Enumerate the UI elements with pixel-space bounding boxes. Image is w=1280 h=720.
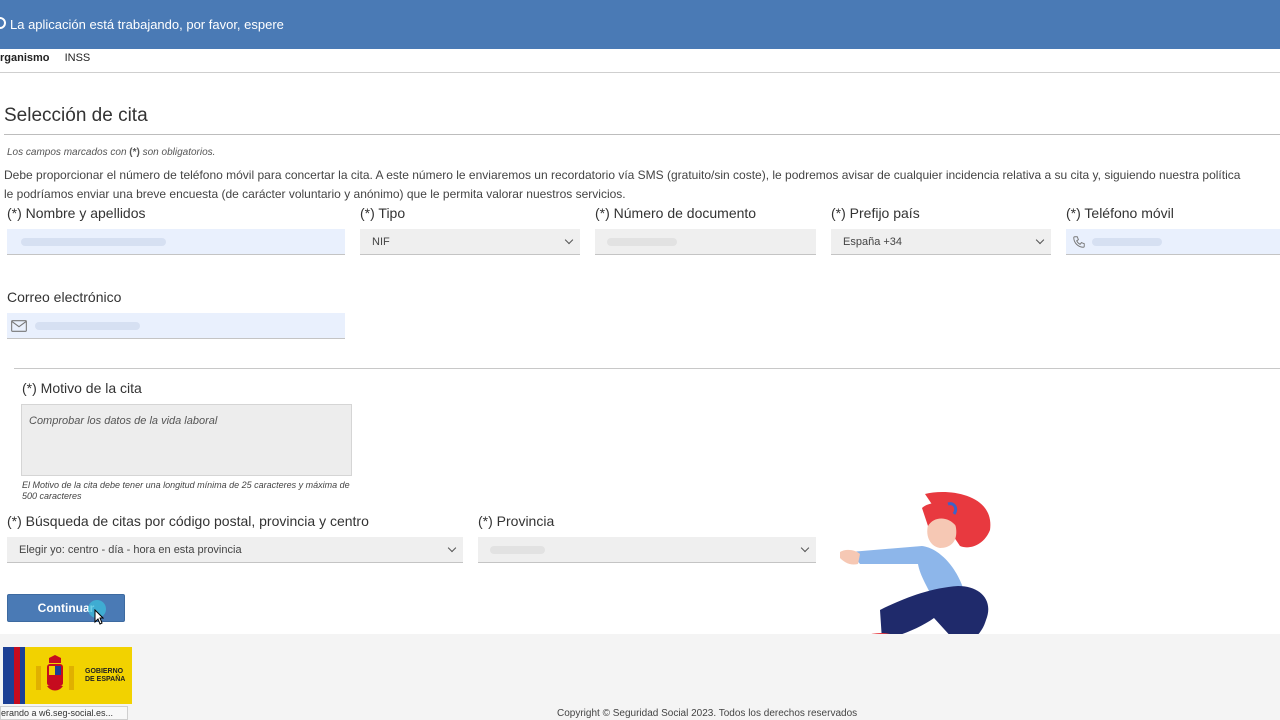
province-label: (*) Provincia bbox=[478, 513, 555, 529]
organismo-line: rganismo INSS bbox=[0, 52, 90, 64]
email-label: Correo electrónico bbox=[7, 289, 122, 305]
browser-status-bar: erando a w6.seg-social.es... bbox=[0, 706, 128, 720]
type-select[interactable]: NIF bbox=[360, 229, 580, 255]
reason-textarea[interactable]: Comprobar los datos de la vida laboral bbox=[21, 404, 352, 476]
loading-banner: La aplicación está trabajando, por favor… bbox=[0, 0, 1280, 49]
organismo-label: rganismo bbox=[0, 52, 50, 64]
required-note: Los campos marcados con (*) son obligato… bbox=[7, 147, 216, 158]
continue-button[interactable]: Continuar bbox=[7, 594, 125, 622]
redacted-value bbox=[1092, 238, 1162, 246]
document-number-input[interactable] bbox=[595, 229, 816, 255]
chevron-down-icon bbox=[447, 543, 457, 553]
chevron-down-icon bbox=[1035, 235, 1045, 245]
name-input[interactable] bbox=[7, 229, 345, 255]
envelope-icon bbox=[11, 319, 27, 332]
redacted-value bbox=[490, 546, 545, 554]
loading-spinner-icon bbox=[0, 17, 6, 29]
redacted-value bbox=[607, 238, 677, 246]
mouse-cursor-icon bbox=[94, 609, 104, 625]
divider bbox=[14, 368, 1280, 369]
name-label: (*) Nombre y apellidos bbox=[7, 205, 146, 221]
divider bbox=[4, 134, 1280, 135]
mobile-phone-label: (*) Teléfono móvil bbox=[1066, 205, 1174, 221]
email-input[interactable] bbox=[7, 313, 345, 339]
coat-of-arms-icon bbox=[36, 655, 74, 691]
redacted-value bbox=[21, 238, 166, 246]
copyright: Copyright © Seguridad Social 2023. Todos… bbox=[557, 708, 858, 719]
reason-label: (*) Motivo de la cita bbox=[22, 380, 142, 396]
country-prefix-label: (*) Prefijo país bbox=[831, 205, 920, 221]
province-select[interactable] bbox=[478, 537, 816, 563]
divider bbox=[0, 72, 1280, 73]
search-mode-select[interactable]: Elegir yo: centro - día - hora en esta p… bbox=[7, 537, 463, 563]
phone-icon bbox=[1073, 235, 1085, 248]
document-number-label: (*) Número de documento bbox=[595, 205, 757, 221]
redacted-value bbox=[35, 322, 140, 330]
chevron-down-icon bbox=[564, 235, 574, 245]
country-prefix-select[interactable]: España +34 bbox=[831, 229, 1051, 255]
mobile-phone-input[interactable] bbox=[1066, 229, 1280, 255]
type-label: (*) Tipo bbox=[360, 205, 406, 221]
page-title: Selección de cita bbox=[4, 105, 148, 126]
loading-message: La aplicación está trabajando, por favor… bbox=[10, 17, 284, 32]
description: Debe proporcionar el número de teléfono … bbox=[4, 168, 1241, 201]
organismo-value: INSS bbox=[64, 52, 91, 64]
chevron-down-icon bbox=[800, 543, 810, 553]
gobierno-espana-logo: GOBIERNO DE ESPAÑA bbox=[3, 647, 132, 704]
reason-hint: El Motivo de la cita debe tener una long… bbox=[22, 480, 350, 501]
search-label: (*) Búsqueda de citas por código postal,… bbox=[7, 513, 369, 529]
